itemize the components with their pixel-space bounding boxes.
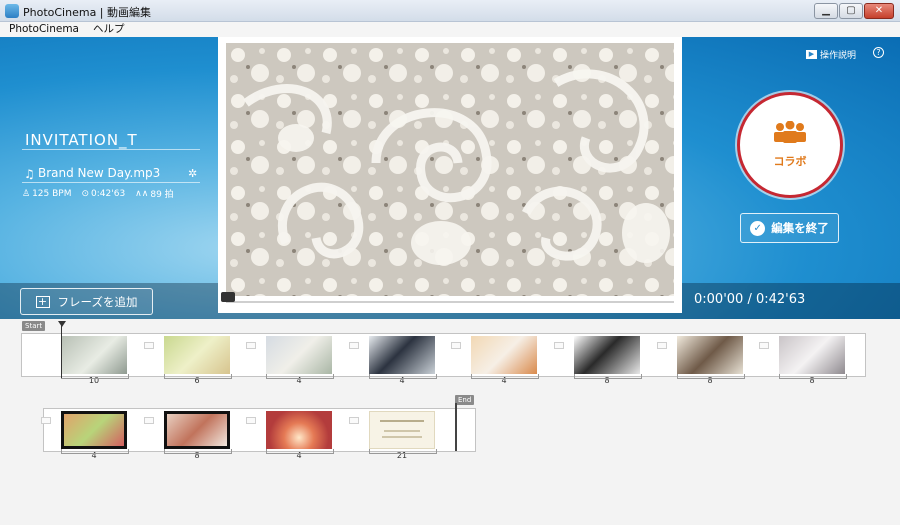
timeline: Start End 10 6 4 4 4 8 8 8 4 8 4 21 [0,319,900,525]
transition-icon [144,342,154,349]
add-phrase-label: フレーズを追加 [57,294,138,309]
video-preview[interactable] [218,37,682,313]
clip-thumbnail [677,336,743,374]
menu-help[interactable]: ヘルプ [93,22,125,37]
clip-duration: 4 [266,374,334,385]
clip-duration: 4 [61,449,129,460]
length-value: 0:42'63 [91,188,126,199]
minimize-button[interactable]: ▁ [814,3,838,19]
clip-duration: 4 [471,374,539,385]
question-icon[interactable]: ? [873,47,884,58]
gear-icon[interactable]: ✲ [188,167,197,180]
clip-duration: 8 [779,374,847,385]
clip-thumbnail [471,336,537,374]
transition-icon [246,342,256,349]
clip[interactable]: 4 [246,333,349,389]
help-label: 操作説明 [819,51,856,61]
end-line [455,403,457,451]
people-icon [774,121,806,143]
finish-edit-label: 編集を終了 [771,221,829,235]
transition-icon [349,417,359,424]
divider [22,149,200,150]
clip-thumbnail [266,336,332,374]
clip-duration: 8 [574,374,642,385]
music-note-icon: ♫ [24,167,35,181]
preview-image-lace [226,43,674,296]
app-icon [5,4,19,18]
window-title: PhotoCinema | 動画編集 [23,6,152,19]
clip-duration: 8 [677,374,745,385]
metronome-icon: ♙ [22,188,31,199]
clip[interactable]: 6 [144,333,247,389]
clip[interactable]: 8 [759,333,862,389]
transition-icon [451,342,461,349]
transition-icon [554,342,564,349]
clock-icon: ⊙ [81,188,90,199]
clip-thumbnail [779,336,845,374]
menu-bar: PhotoCinema ヘルプ [0,22,900,37]
clip[interactable]: 8 [144,408,247,464]
clip-duration: 4 [369,374,437,385]
clip-thumbnail [61,411,127,449]
clip-duration: 10 [61,374,129,385]
clip[interactable]: 10 [41,333,144,389]
add-phrase-button[interactable]: + フレーズを追加 [20,288,153,315]
clip-thumbnail [61,336,127,374]
clip-duration: 8 [164,449,232,460]
clip-thumbnail [164,411,230,449]
clip-thumbnail [574,336,640,374]
menu-photocinema[interactable]: PhotoCinema [9,22,79,37]
title-bar: PhotoCinema | 動画編集 ▁ ▢ ✕ [0,0,900,22]
timeline-playhead[interactable] [58,321,66,378]
clip-thumbnail [164,336,230,374]
maximize-button[interactable]: ▢ [839,3,863,19]
transition-icon [246,417,256,424]
music-stats: ♙ 125 BPM ⊙ 0:42'63 ∧∧ 89 拍 [22,187,174,201]
divider [22,182,200,183]
beat-icon: ∧∧ [135,188,149,199]
bpm-value: 125 BPM [32,188,72,199]
transition-icon [144,417,154,424]
clip-duration: 21 [369,449,437,460]
clip[interactable]: 4 [246,408,349,464]
playback-handle[interactable] [221,292,235,302]
transition-icon [759,342,769,349]
transition-icon [349,342,359,349]
timecode: 0:00'00 / 0:42'63 [694,292,806,307]
clip[interactable]: 4 [349,333,452,389]
check-icon: ✓ [750,220,766,236]
clip[interactable]: 8 [554,333,657,389]
add-phrase-icon: + [35,295,50,308]
playback-progress-track[interactable] [226,301,674,303]
end-marker: End [455,395,475,405]
clip-duration: 4 [266,449,334,460]
music-file-name[interactable]: Brand New Day.mp3 [38,166,160,180]
clip[interactable]: 21 [349,408,452,464]
collab-button[interactable]: コラボ [737,92,843,198]
transition-icon [41,417,51,424]
clip-thumbnail [266,411,332,449]
clip-thumbnail [369,336,435,374]
clip-duration: 6 [164,374,232,385]
play-icon: ▶ [805,50,817,59]
help-link[interactable]: ▶ 操作説明 [805,48,856,61]
project-title[interactable]: INVITATION_T [25,131,138,149]
clip[interactable]: 4 [451,333,554,389]
beats-value: 89 拍 [150,190,174,200]
collab-label: コラボ [773,155,807,168]
finish-edit-button[interactable]: ✓ 編集を終了 [740,213,839,243]
window-controls: ▁ ▢ ✕ [814,3,894,19]
close-button[interactable]: ✕ [864,3,894,19]
transition-icon [657,342,667,349]
start-marker: Start [22,321,46,331]
clip[interactable]: 8 [657,333,760,389]
editor-stage: INVITATION_T ♫ Brand New Day.mp3 ✲ ♙ 125 … [0,37,900,319]
clip-thumbnail [369,411,435,449]
clip[interactable]: 4 [41,408,144,464]
